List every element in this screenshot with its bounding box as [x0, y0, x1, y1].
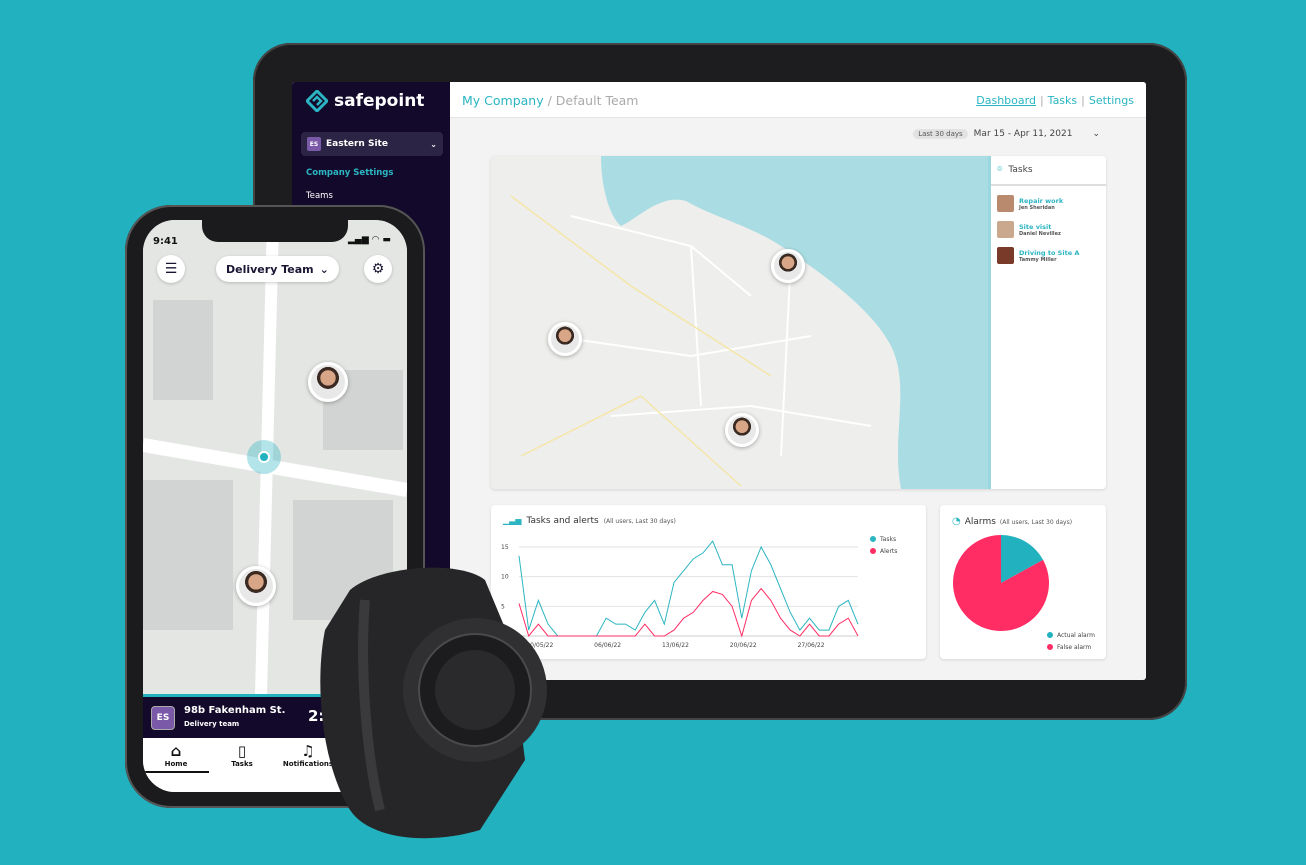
wristband-device: [320, 567, 547, 839]
brand-name: safepoint: [334, 91, 425, 111]
task-person: Daniel Nevillez: [1019, 230, 1061, 237]
status-icons: ▂▄▆ ◠ ▬: [348, 235, 391, 245]
tab-home[interactable]: ⌂ Home: [143, 738, 209, 773]
x-tick-label: 06/06/22: [594, 642, 621, 649]
y-tick-label: 15: [501, 544, 509, 551]
task-title: Repair work: [1019, 196, 1064, 205]
hamburger-icon: ☰: [164, 261, 178, 277]
nav-separator: |: [1039, 94, 1044, 107]
clipboard-icon: ▯: [237, 742, 247, 760]
avatar: [997, 195, 1014, 212]
settings-button[interactable]: ⚙: [364, 255, 392, 283]
legend-label: Tasks: [879, 536, 896, 543]
sidebar-item-company-settings[interactable]: Company Settings: [306, 168, 393, 178]
x-tick-label: 13/06/22: [662, 642, 689, 649]
status-time: 9:41: [153, 236, 178, 247]
nav-tasks[interactable]: Tasks: [1048, 94, 1077, 107]
tab-label: Tasks: [231, 760, 253, 768]
legend-marker: [1047, 632, 1053, 638]
x-tick-label: 20/06/22: [730, 642, 757, 649]
task-item[interactable]: Site visit Daniel Nevillez: [991, 221, 1106, 238]
legend-marker: [1047, 644, 1053, 650]
location-team: Delivery team: [184, 720, 240, 728]
date-range-text: Mar 15 - Apr 11, 2021: [973, 129, 1073, 139]
site-selector[interactable]: ES Eastern Site ⌄: [301, 132, 443, 156]
my-location-marker: [247, 440, 281, 474]
avatar: [997, 221, 1014, 238]
task-person: Jen Sheridan: [1019, 204, 1055, 211]
team-selector-label: Delivery Team: [226, 262, 314, 276]
legend-label: False alarm: [1057, 644, 1091, 651]
map-card: ⌾ Tasks Repair work Jen Sheridan Site vis…: [491, 156, 1106, 489]
date-preset-badge: Last 30 days: [913, 129, 968, 139]
task-item[interactable]: Driving to Site A Tammy Miller: [991, 247, 1106, 264]
series-line-tasks: [518, 540, 859, 637]
site-badge: ES: [151, 706, 175, 730]
site-badge: ES: [307, 137, 321, 151]
series-line-alerts: [518, 587, 859, 638]
tasks-panel: ⌾ Tasks Repair work Jen Sheridan Site vis…: [988, 156, 1106, 489]
site-label: Eastern Site: [326, 139, 388, 149]
tab-label: Home: [164, 760, 188, 768]
top-nav: Dashboard | Tasks | Settings: [976, 94, 1134, 107]
alarms-card: ◔ Alarms (All users, Last 30 days) Actua…: [940, 505, 1106, 659]
nav-settings[interactable]: Settings: [1089, 94, 1134, 107]
logo: safepoint: [306, 90, 424, 112]
map-user-pin[interactable]: [548, 322, 582, 356]
pie-chart: Actual alarm False alarm: [953, 535, 1095, 651]
legend-label: Alerts: [880, 548, 897, 555]
map-user-pin[interactable]: [236, 566, 276, 606]
task-title: Site visit: [1019, 222, 1052, 231]
breadcrumb: My Company / Default Team: [462, 93, 638, 108]
x-tick-label: 27/06/22: [798, 642, 825, 649]
task-person: Tammy Miller: [1019, 256, 1057, 263]
chevron-down-icon: ⌄: [430, 139, 437, 149]
home-icon: ⌂: [170, 742, 182, 760]
breadcrumb-company[interactable]: My Company: [462, 93, 544, 108]
location-address: 98b Fakenham St.: [184, 705, 286, 716]
tab-tasks[interactable]: ▯ Tasks: [209, 738, 275, 792]
menu-button[interactable]: ☰: [157, 255, 185, 283]
gear-icon: ⚙: [371, 261, 385, 277]
sidebar-item-teams[interactable]: Teams: [306, 191, 333, 201]
map-user-pin[interactable]: [308, 362, 348, 402]
map-user-pin[interactable]: [771, 249, 805, 283]
chevron-down-icon: ⌄: [1092, 129, 1100, 139]
safepoint-logo-icon: [306, 90, 328, 112]
legend-marker: [870, 536, 876, 542]
nav-dashboard[interactable]: Dashboard: [976, 94, 1036, 107]
legend-label: Actual alarm: [1057, 632, 1095, 639]
avatar: [997, 247, 1014, 264]
team-selector[interactable]: Delivery Team ⌄: [216, 256, 339, 282]
top-header: My Company / Default Team Dashboard | Ta…: [450, 82, 1146, 118]
date-range-picker[interactable]: Last 30 days Mar 15 - Apr 11, 2021 ⌄: [913, 129, 1100, 139]
breadcrumb-team: Default Team: [555, 93, 639, 108]
chevron-down-icon: ⌄: [319, 262, 329, 276]
location-pin-icon: ⌾: [997, 165, 1003, 175]
tasks-panel-header: ⌾ Tasks: [991, 156, 1106, 186]
task-item[interactable]: Repair work Jen Sheridan: [991, 195, 1106, 212]
map-user-pin[interactable]: [725, 413, 759, 447]
nav-separator: |: [1081, 94, 1085, 107]
task-title: Driving to Site A: [1019, 248, 1080, 257]
phone-notch: [202, 220, 348, 242]
breadcrumb-separator: /: [543, 93, 556, 108]
legend-marker: [870, 548, 876, 554]
tasks-panel-title: Tasks: [1008, 165, 1033, 175]
